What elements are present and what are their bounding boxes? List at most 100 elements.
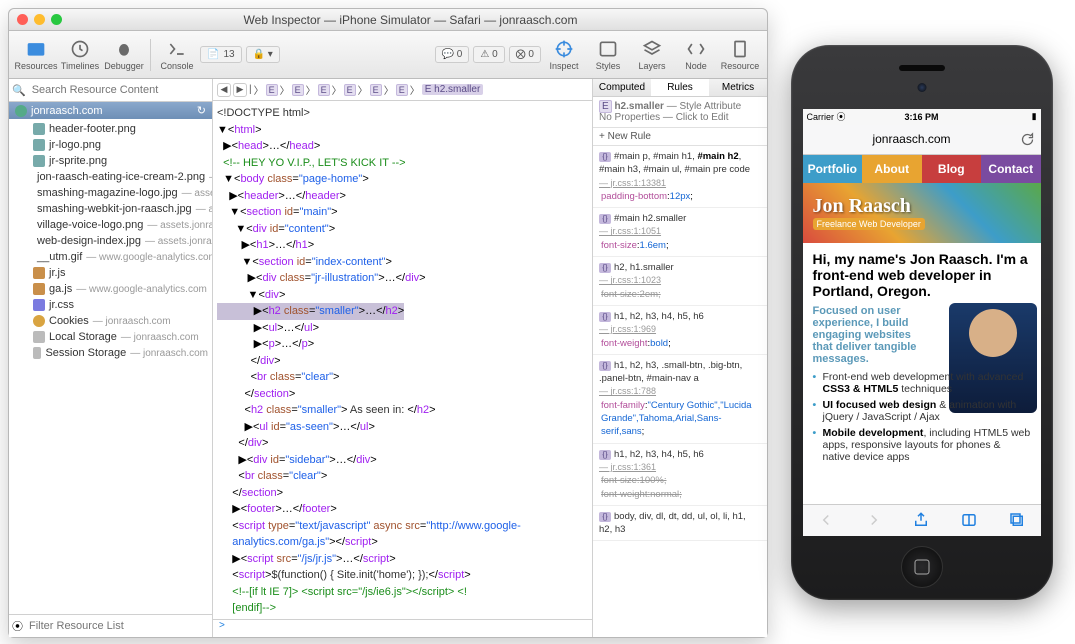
sidebar-item[interactable]: __utm.gif — www.google-analytics.com — [9, 249, 212, 265]
new-rule-button[interactable]: + New Rule — [593, 128, 767, 146]
timelines-tab[interactable]: Timelines — [59, 39, 101, 71]
forward-button[interactable]: ▶ — [233, 83, 247, 97]
tabs-icon[interactable] — [1008, 511, 1026, 529]
feature-item: Mobile development, including HTML5 web … — [813, 427, 1031, 463]
main-area: 🔍 jonraasch.com ↻ header-footer.pngjr-lo… — [9, 79, 767, 637]
bookmarks-icon[interactable] — [960, 511, 978, 529]
crumb-tag[interactable]: E — [396, 84, 408, 96]
sidebar-item[interactable]: jr.js — [9, 265, 212, 281]
sidebar-item[interactable]: Session Storage — jonraasch.com — [9, 345, 212, 361]
crumb-tag[interactable]: E — [344, 84, 356, 96]
rule-badge: {} — [599, 214, 611, 224]
doc-count-badge[interactable]: 📄 13 — [200, 46, 242, 63]
window-title: Web Inspector — iPhone Simulator — Safar… — [62, 13, 759, 27]
search-input[interactable] — [30, 82, 209, 98]
forward-icon[interactable] — [865, 511, 883, 529]
separator — [150, 39, 151, 71]
toolbar-center: 📄 13 🔒 ▾ 💬 0 ⚠ 0 ⨂ 0 — [200, 46, 541, 63]
bug-icon — [114, 39, 134, 59]
reload-icon[interactable]: ↻ — [197, 104, 206, 117]
crumb-tag[interactable]: E — [370, 84, 382, 96]
filter-input[interactable] — [27, 618, 209, 634]
file-icon — [33, 283, 45, 295]
crumb-path: 〉E〉E〉E〉E〉E〉E〉E h2.smaller — [254, 82, 484, 97]
site-header: Jon Raasch Freelance Web Developer — [803, 183, 1041, 243]
layers-button[interactable]: Layers — [631, 39, 673, 71]
msg-badge[interactable]: 💬 0 — [435, 46, 470, 63]
node-icon — [686, 39, 706, 59]
sidebar-item[interactable]: web-design-index.jpg — assets.jonraasch… — [9, 233, 212, 249]
nav-portfolio[interactable]: Portfolio — [803, 155, 863, 183]
sidebar-root[interactable]: jonraasch.com ↻ — [9, 102, 212, 119]
styles-button[interactable]: Styles — [587, 39, 629, 71]
resource-button[interactable]: Resource — [719, 39, 761, 71]
crumb-tag[interactable]: E — [318, 84, 330, 96]
sidebar-item[interactable]: ga.js — www.google-analytics.com — [9, 281, 212, 297]
css-rule[interactable]: {}h1, h2, h3, .small-btn, .big-btn, .pan… — [593, 355, 767, 444]
iphone-frame: Carrier ⦿ 3:16 PM ▮ jonraasch.com Portfo… — [791, 45, 1053, 600]
phone-simulator: Carrier ⦿ 3:16 PM ▮ jonraasch.com Portfo… — [768, 0, 1075, 644]
console-icon — [167, 39, 187, 59]
sidebar-item[interactable]: Local Storage — jonraasch.com — [9, 329, 212, 345]
lead-text: Focused on user experience, I build enga… — [813, 305, 933, 365]
hero-heading: Hi, my name's Jon Raasch. I'm a front-en… — [813, 251, 1031, 299]
reload-icon[interactable] — [1020, 132, 1035, 147]
url-field[interactable]: jonraasch.com — [809, 132, 1015, 146]
sidebar-item[interactable]: Cookies — jonraasch.com — [9, 313, 212, 329]
rules-tab[interactable]: Rules — [651, 79, 709, 96]
file-icon — [33, 299, 45, 311]
sidebar-item[interactable]: header-footer.png — [9, 121, 212, 137]
illustration — [949, 303, 1037, 413]
sidebar-item[interactable]: jon-raasch-eating-ice-cream-2.png — as… — [9, 169, 212, 185]
lock-badge[interactable]: 🔒 ▾ — [246, 46, 280, 63]
separator: | — [249, 84, 252, 95]
css-rule[interactable]: {}h1, h2, h3, h4, h5, h6— jr.css:1:969fo… — [593, 306, 767, 355]
sidebar-item[interactable]: village-voice-logo.png — assets.jonraasc… — [9, 217, 212, 233]
sidebar-item[interactable]: jr-sprite.png — [9, 153, 212, 169]
rule-badge: {} — [599, 312, 611, 322]
sidebar-footer: ⦿ — [9, 614, 212, 637]
node-button[interactable]: Node — [675, 39, 717, 71]
sidebar-item[interactable]: jr.css — [9, 297, 212, 313]
debugger-tab[interactable]: Debugger — [103, 39, 145, 71]
sidebar-search: 🔍 — [9, 79, 212, 102]
dom-tree[interactable]: <!DOCTYPE html> ▼<html> ▶<head>…</head> … — [213, 101, 592, 619]
sidebar-item[interactable]: smashing-magazine-logo.jpg — assets.jo… — [9, 185, 212, 201]
css-rule[interactable]: {}h2, h1.smaller— jr.css:1:1023font-size… — [593, 257, 767, 306]
metrics-tab[interactable]: Metrics — [709, 79, 767, 96]
resources-tab[interactable]: Resources — [15, 39, 57, 71]
computed-tab[interactable]: Computed — [593, 79, 651, 96]
css-rule[interactable]: {}#main h2.smaller— jr.css:1:1051font-si… — [593, 208, 767, 257]
file-icon — [33, 123, 45, 135]
rule-badge: {} — [599, 450, 611, 460]
css-rule[interactable]: {}#main p, #main h1, #main h2, #main h3,… — [593, 146, 767, 208]
back-icon[interactable] — [817, 511, 835, 529]
css-rule[interactable]: {}body, div, dl, dt, dd, ul, ol, li, h1,… — [593, 506, 767, 542]
globe-icon — [15, 105, 27, 117]
crumb-tag[interactable]: E — [292, 84, 304, 96]
close-button[interactable] — [17, 14, 28, 25]
nav-blog[interactable]: Blog — [922, 155, 982, 183]
back-button[interactable]: ◀ — [217, 83, 231, 97]
crumb-end[interactable]: E h2.smaller — [422, 84, 484, 95]
sidebar-item[interactable]: smashing-webkit-jon-raasch.jpg — asset… — [9, 201, 212, 217]
css-rule[interactable]: {}h1, h2, h3, h4, h5, h6— jr.css:1:361fo… — [593, 444, 767, 506]
minimize-button[interactable] — [34, 14, 45, 25]
sidebar-item[interactable]: jr-logo.png — [9, 137, 212, 153]
home-button[interactable] — [901, 546, 943, 588]
traffic-lights — [17, 14, 62, 25]
styles-panel: Computed Rules Metrics E h2.smaller — St… — [593, 79, 767, 637]
site-body: Hi, my name's Jon Raasch. I'm a front-en… — [803, 243, 1041, 504]
err-badge[interactable]: ⨂ 0 — [509, 46, 541, 63]
style-attribute-header: E h2.smaller — Style Attribute No Proper… — [593, 97, 767, 128]
nav-about[interactable]: About — [862, 155, 922, 183]
sidebar-list: header-footer.pngjr-logo.pngjr-sprite.pn… — [9, 119, 212, 614]
crumb-tag[interactable]: E — [266, 84, 278, 96]
console-tab[interactable]: Console — [156, 39, 198, 71]
inspect-button[interactable]: Inspect — [543, 39, 585, 71]
zoom-button[interactable] — [51, 14, 62, 25]
share-icon[interactable] — [912, 511, 930, 529]
doc-icon — [730, 39, 750, 59]
warn-badge[interactable]: ⚠ 0 — [473, 46, 504, 63]
nav-contact[interactable]: Contact — [981, 155, 1041, 183]
